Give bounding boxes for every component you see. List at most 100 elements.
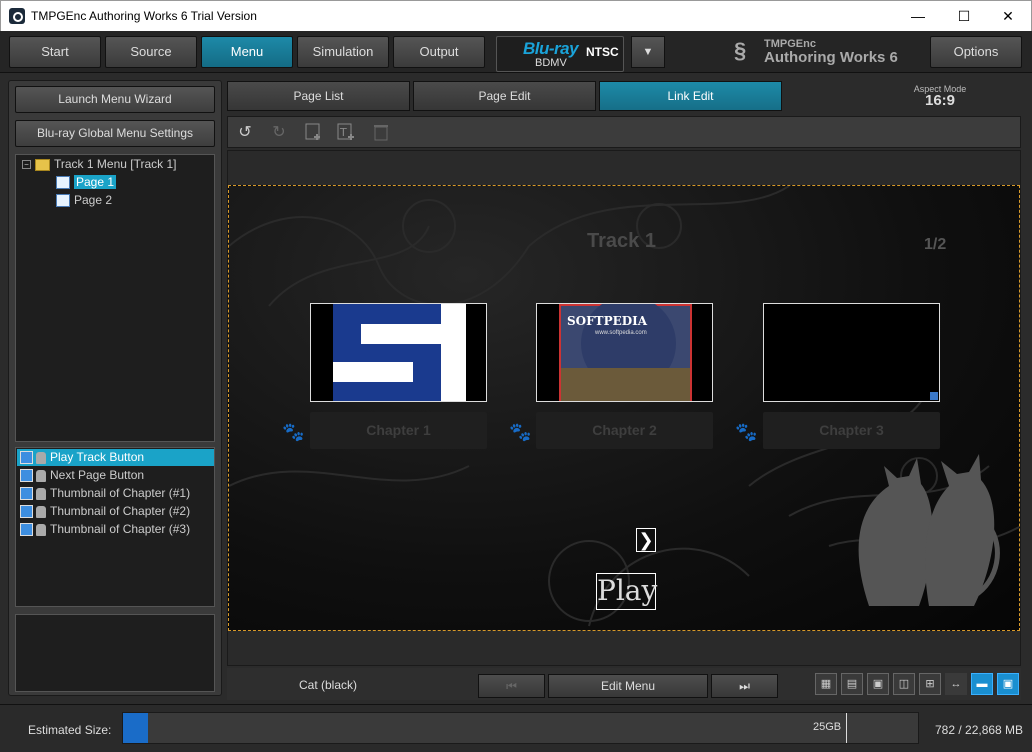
start-button[interactable]: Start	[9, 36, 101, 68]
capacity-marker	[846, 713, 847, 743]
softpedia-s-logo-icon	[311, 304, 486, 401]
tab-page-list[interactable]: Page List	[227, 81, 410, 111]
options-button[interactable]: Options	[930, 36, 1022, 68]
title-bar: TMPGEnc Authoring Works 6 Trial Version …	[0, 0, 1032, 31]
lock-icon[interactable]	[36, 487, 46, 500]
tree-item-page-1[interactable]: Page 1	[56, 174, 117, 191]
theme-name: Cat (black)	[299, 678, 358, 692]
simulation-button[interactable]: Simulation	[297, 36, 389, 68]
tv-frame-icon[interactable]: ▣	[867, 673, 889, 695]
estimated-size-label: Estimated Size:	[28, 723, 112, 737]
play-track-button[interactable]: Play	[596, 573, 657, 610]
size-progress-bar: 25GB	[122, 712, 919, 744]
collapse-icon[interactable]: −	[22, 160, 31, 170]
page-icon	[56, 176, 70, 190]
paw-icon: 🐾	[735, 422, 758, 442]
object-item[interactable]: Play Track Button	[17, 449, 214, 466]
window-title: TMPGEnc Authoring Works 6 Trial Version	[31, 9, 257, 23]
object-label: Thumbnail of Chapter (#1)	[50, 486, 191, 500]
softpedia-photo: SOFTPEDIA www.softpedia.com	[559, 304, 692, 401]
brand-line2: Authoring Works 6	[764, 49, 898, 66]
tree-item-label: Page 1	[74, 175, 117, 189]
image-icon	[20, 451, 33, 465]
format-dropdown-button[interactable]: ▼	[631, 36, 665, 68]
object-label: Play Track Button	[50, 450, 145, 464]
object-label: Next Page Button	[50, 468, 145, 482]
chapter-3-button[interactable]: Chapter 3	[763, 412, 940, 449]
object-list[interactable]: Play Track Button Next Page Button Thumb…	[15, 447, 215, 607]
chapter-2-button[interactable]: Chapter 2	[536, 412, 713, 449]
stretch-icon[interactable]: ↔	[945, 673, 967, 695]
layout-a-icon[interactable]: ▬	[971, 673, 993, 695]
delete-icon[interactable]	[371, 123, 391, 143]
tree-root-label: Track 1 Menu [Track 1]	[54, 157, 177, 171]
image-icon	[20, 523, 33, 537]
chapter-1-thumbnail[interactable]	[310, 303, 487, 402]
output-format-display[interactable]: Blu-ray BDMV NTSC	[496, 36, 624, 72]
chapter-3-thumbnail[interactable]	[763, 303, 940, 402]
lock-icon[interactable]	[36, 469, 46, 482]
output-button[interactable]: Output	[393, 36, 485, 68]
object-item[interactable]: Next Page Button	[20, 467, 144, 484]
image-icon	[20, 469, 33, 483]
close-button[interactable]: ✕	[985, 1, 1031, 31]
properties-box	[15, 614, 215, 692]
source-button[interactable]: Source	[105, 36, 197, 68]
add-text-icon[interactable]: T	[337, 123, 357, 143]
object-label: Thumbnail of Chapter (#2)	[50, 504, 191, 518]
menu-tree[interactable]: − Track 1 Menu [Track 1] Page 1 Page 2	[15, 154, 215, 442]
edit-menu-button[interactable]: Edit Menu	[548, 674, 708, 698]
chapter-1-button[interactable]: Chapter 1	[310, 412, 487, 449]
menu-page-number: 1/2	[924, 236, 947, 253]
split-view-icon[interactable]: ⊞	[919, 673, 941, 695]
aspect-mode-indicator: Aspect Mode 16:9	[900, 84, 980, 108]
lock-icon[interactable]	[36, 523, 46, 536]
selection-box-icon[interactable]: ◫	[893, 673, 915, 695]
object-item[interactable]: Thumbnail of Chapter (#1)	[20, 485, 190, 502]
svg-text:T: T	[339, 126, 347, 139]
bluray-logo: Blu-ray	[523, 39, 579, 58]
format-sub: BDMV	[535, 57, 567, 69]
paw-icon: 🐾	[282, 422, 305, 442]
image-icon	[20, 505, 33, 519]
tree-item-page-2[interactable]: Page 2	[56, 192, 112, 209]
format-standard: NTSC	[586, 45, 619, 59]
tab-page-edit[interactable]: Page Edit	[413, 81, 596, 111]
safe-area-icon[interactable]: ▤	[841, 673, 863, 695]
prev-page-button[interactable]: ⏮	[478, 674, 545, 698]
thumb2-text: SOFTPEDIA	[567, 314, 648, 328]
size-usage: 782 / 22,868 MB	[935, 723, 1024, 737]
grid-icon[interactable]: ▦	[815, 673, 837, 695]
lock-icon[interactable]	[36, 505, 46, 518]
undo-icon[interactable]: ↺	[235, 123, 255, 143]
menu-canvas[interactable]: Track 1 1/2 SOFTPEDIA www.softpedia.com …	[228, 185, 1020, 631]
tab-link-edit[interactable]: Link Edit	[599, 81, 782, 111]
minimize-button[interactable]: —	[895, 1, 941, 31]
cat-silhouette-icon	[858, 454, 1000, 606]
link-marker-icon	[930, 392, 938, 400]
thumb2-subtext: www.softpedia.com	[595, 330, 647, 336]
tree-root[interactable]: − Track 1 Menu [Track 1]	[22, 156, 176, 173]
edit-toolbar: ↺ ↻ T	[227, 116, 1021, 148]
size-progress-fill	[123, 713, 148, 743]
folder-icon	[35, 158, 50, 171]
menu-track-title[interactable]: Track 1	[587, 230, 656, 253]
object-item[interactable]: Thumbnail of Chapter (#3)	[20, 521, 190, 538]
tree-item-label: Page 2	[74, 193, 113, 207]
lock-icon[interactable]	[36, 451, 46, 464]
next-page-button[interactable]: ❯	[636, 528, 656, 552]
layout-b-icon[interactable]: ▣	[997, 673, 1019, 695]
aspect-mode-value: 16:9	[924, 92, 956, 109]
object-item[interactable]: Thumbnail of Chapter (#2)	[20, 503, 190, 520]
brand-logo: § TMPGEnc Authoring Works 6	[734, 37, 924, 67]
chapter-2-thumbnail[interactable]: SOFTPEDIA www.softpedia.com	[536, 303, 713, 402]
capacity-label: 25GB	[813, 721, 842, 733]
redo-icon[interactable]: ↻	[269, 123, 289, 143]
add-image-icon[interactable]	[304, 123, 324, 143]
menu-button[interactable]: Menu	[201, 36, 293, 68]
launch-menu-wizard-button[interactable]: Launch Menu Wizard	[15, 86, 215, 113]
maximize-button[interactable]: ☐	[941, 1, 987, 31]
paw-icon: 🐾	[509, 422, 532, 442]
next-page-nav-button[interactable]: ⏭	[711, 674, 778, 698]
global-menu-settings-button[interactable]: Blu-ray Global Menu Settings	[15, 120, 215, 147]
